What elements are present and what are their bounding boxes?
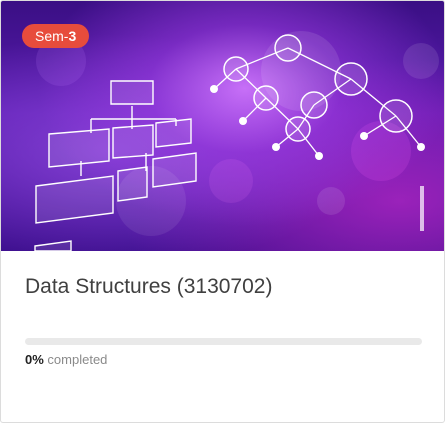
- progress-bar: [25, 338, 422, 345]
- progress-suffix: completed: [47, 352, 108, 367]
- course-banner-image[interactable]: Sem-3: [1, 1, 444, 251]
- course-card[interactable]: Sem-3 Data Structures (3130702) 0% compl…: [0, 0, 445, 423]
- semester-badge-prefix: Sem-: [35, 28, 69, 44]
- progress-label: 0% completed: [25, 352, 107, 367]
- course-title[interactable]: Data Structures (3130702): [25, 275, 272, 299]
- semester-badge-number: 3: [68, 28, 77, 44]
- semester-badge: Sem-3: [22, 24, 90, 48]
- progress-percent: 0%: [25, 352, 44, 367]
